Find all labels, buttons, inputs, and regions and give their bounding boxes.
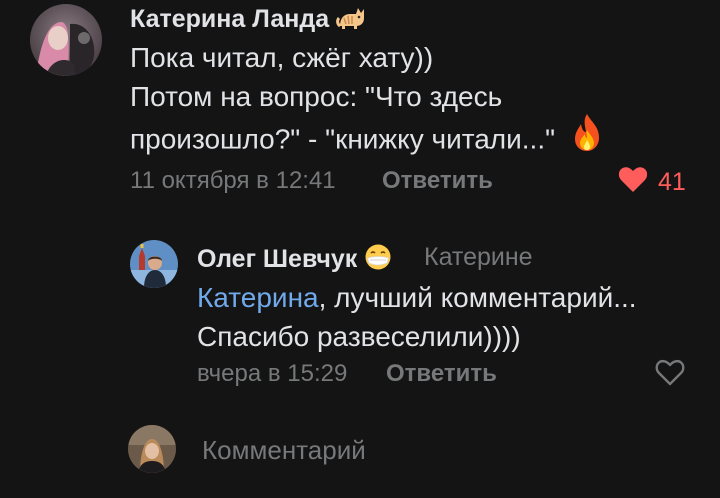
author-name-text: Олег Шевчук bbox=[197, 245, 358, 274]
reply-line: Катерина, лучший комментарий... bbox=[197, 278, 637, 317]
like-count: 41 bbox=[658, 167, 686, 196]
reply-line-text: , лучший комментарий... bbox=[318, 282, 637, 313]
comment-input[interactable]: Комментарий bbox=[202, 435, 366, 466]
like-button[interactable]: 41 bbox=[618, 166, 686, 198]
mention-link[interactable]: Катерина bbox=[197, 282, 319, 313]
reply-button[interactable]: Ответить bbox=[382, 167, 493, 195]
fire-emoji-icon bbox=[569, 112, 605, 162]
comment-line: Потом на вопрос: "Что здесь bbox=[130, 81, 503, 112]
comment-timestamp: 11 октября в 12:41 bbox=[130, 167, 336, 194]
author-name-text: Катерина Ланда bbox=[130, 5, 330, 34]
medical-mask-emoji-icon bbox=[364, 243, 392, 278]
reply-to-label[interactable]: Катерине bbox=[424, 243, 533, 272]
comment-line: произошло?" - "книжку читали..." bbox=[130, 114, 605, 166]
cat-emoji-icon bbox=[336, 4, 366, 37]
comment-text: Пока читал, сжёг хату)) Потом на вопрос:… bbox=[130, 38, 605, 166]
comment-line: Пока читал, сжёг хату)) bbox=[130, 42, 434, 73]
comment-author-avatar[interactable] bbox=[30, 4, 102, 76]
comment-author-name[interactable]: Катерина Ланда bbox=[130, 4, 366, 37]
reply-line: Спасибо развеселили)))) bbox=[197, 321, 521, 352]
reply-text: Катерина, лучший комментарий... Спасибо … bbox=[197, 278, 637, 356]
reply-button[interactable]: Ответить bbox=[386, 360, 497, 388]
heart-outline-icon bbox=[655, 359, 685, 391]
reply-author-name[interactable]: Олег Шевчук bbox=[197, 243, 392, 278]
comment-line-text: произошло?" - "книжку читали..." bbox=[130, 123, 556, 155]
comments-thread: Катерина Ланда Пока читал, сжёг хату)) П… bbox=[0, 0, 720, 498]
like-button[interactable] bbox=[655, 359, 685, 391]
reply-author-avatar[interactable] bbox=[130, 240, 178, 288]
heart-filled-icon bbox=[618, 166, 648, 198]
reply-timestamp: вчера в 15:29 bbox=[197, 360, 348, 387]
current-user-avatar bbox=[128, 425, 176, 473]
